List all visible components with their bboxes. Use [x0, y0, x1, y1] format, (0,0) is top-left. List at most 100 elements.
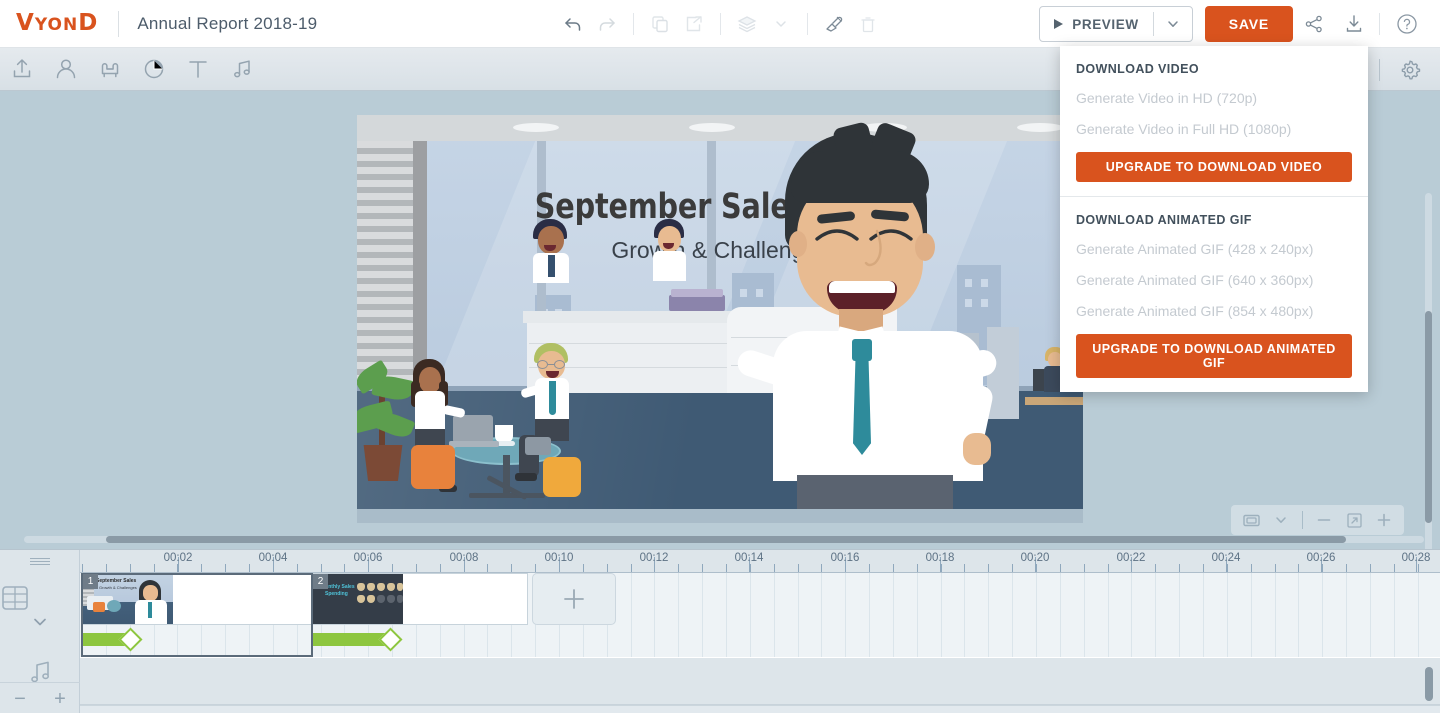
center-toolbar	[556, 0, 885, 48]
ruler-tick-minor	[1369, 564, 1371, 572]
trash-icon[interactable]	[851, 7, 885, 41]
presenter-eye	[815, 229, 859, 241]
ruler-label: 00:26	[1306, 552, 1336, 564]
ruler-tick-minor	[582, 564, 584, 572]
timeline-ruler[interactable]: 00:02 00:04 00:06 00:08 00:10 00:12 00:14 00:16…	[80, 550, 1440, 573]
chart-icon[interactable]	[132, 48, 176, 91]
preview-label: PREVIEW	[1072, 16, 1139, 32]
ruler-tick-minor	[511, 564, 513, 572]
top-right-actions: PREVIEW SAVE	[1039, 0, 1426, 48]
laptop-base	[449, 441, 499, 447]
canvas-horizontal-scrollbar-thumb[interactable]	[106, 536, 1346, 543]
ruler-label: 00:08	[449, 552, 479, 564]
canvas-horizontal-scrollbar-track[interactable]	[24, 536, 1424, 543]
table-base	[469, 493, 545, 498]
download-video-section: DOWNLOAD VIDEO Generate Video in HD (720…	[1060, 46, 1368, 196]
add-scene-button[interactable]	[532, 573, 616, 625]
keyframe-marker-2[interactable]	[378, 627, 403, 652]
toolbar2-divider	[1379, 58, 1380, 81]
stool-yellow	[543, 457, 581, 497]
help-icon[interactable]	[1388, 5, 1426, 43]
fullscreen-icon[interactable]	[1340, 506, 1368, 534]
save-button[interactable]: SAVE	[1204, 6, 1293, 42]
timeline-sidebar: − +	[0, 550, 80, 713]
ruler-label: 00:24	[1211, 552, 1241, 564]
timeline-tracks[interactable]: September Sales Goals Growth & Challenge…	[80, 573, 1440, 713]
upload-icon[interactable]	[0, 48, 44, 91]
canvas-vertical-scrollbar-track[interactable]	[1425, 193, 1432, 549]
upgrade-download-video-button[interactable]: UPGRADE TO DOWNLOAD VIDEO	[1076, 152, 1352, 182]
ruler-tick-minor	[1274, 564, 1276, 572]
gear-icon[interactable]	[1388, 48, 1432, 91]
copy-icon[interactable]	[643, 7, 677, 41]
generate-gif-640-item[interactable]: Generate Animated GIF (640 x 360px)	[1076, 272, 1352, 288]
chevron-down-icon[interactable]	[0, 616, 80, 628]
download-icon[interactable]	[1335, 5, 1373, 43]
upgrade-download-gif-button[interactable]: UPGRADE TO DOWNLOAD ANIMATED GIF	[1076, 334, 1352, 378]
presenter-ear-2	[789, 231, 807, 257]
zoom-in-icon[interactable]	[1370, 506, 1398, 534]
chevron-down-icon[interactable]	[764, 7, 798, 41]
vyond-logo[interactable]: VYOND	[16, 12, 98, 35]
desk-line	[529, 343, 739, 344]
prop-icon[interactable]	[88, 48, 132, 91]
timeline-vertical-scrollbar[interactable]	[1425, 667, 1433, 701]
timeline: 00:02 00:04 00:06 00:08 00:10 00:12 00:14 00:16…	[0, 549, 1440, 713]
canvas-vertical-scrollbar-thumb[interactable]	[1425, 311, 1432, 523]
ruler-label: 00:28	[1401, 552, 1431, 564]
ruler-tick-minor	[892, 564, 894, 572]
timeline-zoom-out-button[interactable]: −	[14, 689, 26, 709]
text-icon[interactable]	[176, 48, 220, 91]
vyond-editor: VYOND Annual Report 2018-19 PREVIEW SAVE…	[0, 0, 1440, 713]
download-dropdown-menu[interactable]: DOWNLOAD VIDEO Generate Video in HD (720…	[1060, 46, 1368, 392]
stool-orange	[411, 445, 455, 489]
ruler-tick-minor	[821, 564, 823, 572]
scene-clip-2[interactable]: Monthly Sales Spending 2	[312, 573, 528, 625]
ruler-tick-minor	[797, 564, 799, 572]
timeline-zoom-in-button[interactable]: +	[54, 689, 66, 709]
layers-icon[interactable]	[730, 7, 764, 41]
ruler-label: 00:18	[925, 552, 955, 564]
fit-screen-icon[interactable]	[1237, 506, 1265, 534]
scene-clip-1[interactable]: September Sales Goals Growth & Challenge…	[82, 573, 312, 625]
zoom-out-icon[interactable]	[1310, 506, 1338, 534]
ruler-tick-minor	[1083, 564, 1085, 572]
logo-divider	[118, 10, 120, 37]
duration-track[interactable]	[80, 625, 1440, 655]
eraser-icon[interactable]	[817, 7, 851, 41]
character-icon[interactable]	[44, 48, 88, 91]
undo-icon[interactable]	[556, 7, 590, 41]
ruler-label: 00:04	[258, 552, 288, 564]
keyframe-marker-1[interactable]	[118, 627, 143, 652]
ruler-tick-minor	[606, 564, 608, 572]
scene-track[interactable]: September Sales Goals Growth & Challenge…	[80, 573, 1440, 625]
ruler-tick-minor	[988, 564, 990, 572]
ruler-tick-minor	[1059, 564, 1061, 572]
preview-dropdown-toggle[interactable]	[1154, 7, 1192, 41]
duplicate-icon[interactable]	[677, 7, 711, 41]
redo-icon[interactable]	[590, 7, 624, 41]
audio-icon[interactable]	[220, 48, 264, 91]
generate-gif-428-item[interactable]: Generate Animated GIF (428 x 240px)	[1076, 241, 1352, 257]
music-track-row[interactable]	[80, 657, 1440, 705]
generate-video-fullhd-item[interactable]: Generate Video in Full HD (1080p)	[1076, 121, 1352, 137]
ruler-tick-minor	[1393, 564, 1395, 572]
generate-gif-854-item[interactable]: Generate Animated GIF (854 x 480px)	[1076, 303, 1352, 319]
ruler-tick-minor	[296, 564, 298, 572]
preview-button[interactable]: PREVIEW	[1040, 7, 1152, 41]
music-track-row-2[interactable]	[80, 705, 1440, 713]
share-icon[interactable]	[1295, 5, 1333, 43]
ruler-tick-minor	[439, 564, 441, 572]
project-title[interactable]: Annual Report 2018-19	[137, 14, 317, 34]
preview-button-group[interactable]: PREVIEW	[1039, 6, 1193, 42]
canvas-zoom-controls[interactable]	[1231, 505, 1404, 535]
presenter-tie	[853, 357, 871, 455]
video-stage[interactable]: September Sales Goals Growth & Challenge…	[357, 115, 1083, 523]
ruler-tick-minor	[702, 564, 704, 572]
drag-handle-icon[interactable]	[30, 558, 50, 565]
main-presenter	[734, 120, 1077, 523]
chevron-down-icon[interactable]	[1267, 506, 1295, 534]
scenes-icon[interactable]	[0, 584, 80, 628]
ruler-label: 00:14	[734, 552, 764, 564]
generate-video-hd-item[interactable]: Generate Video in HD (720p)	[1076, 90, 1352, 106]
